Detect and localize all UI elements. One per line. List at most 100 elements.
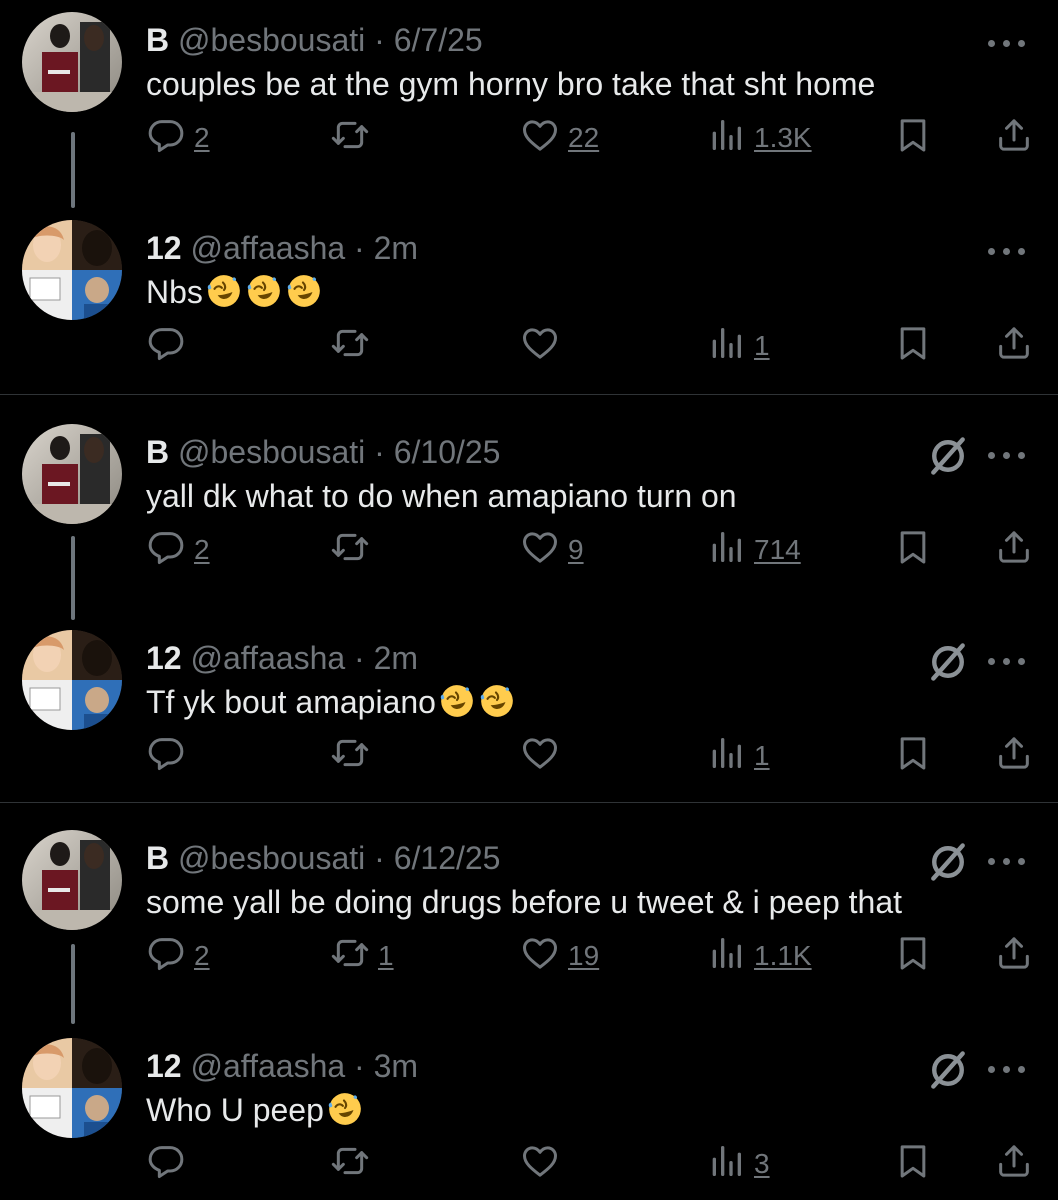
avatar[interactable]: [22, 220, 122, 320]
like-icon: [520, 933, 560, 980]
reply-button[interactable]: 2: [146, 528, 210, 572]
avatar[interactable]: [22, 830, 122, 930]
like-icon: [520, 527, 560, 574]
more-icon[interactable]: [988, 440, 1032, 470]
like-count: 19: [568, 940, 600, 971]
share-icon: [994, 115, 1034, 162]
share-icon: [994, 323, 1034, 370]
more-dot: [988, 1066, 995, 1073]
handle[interactable]: @besbousati: [178, 434, 365, 470]
timestamp[interactable]: 6/12/25: [394, 840, 501, 876]
separator-dot: ·: [345, 640, 374, 676]
display-name[interactable]: 12: [146, 1048, 182, 1084]
avatar[interactable]: [22, 630, 122, 730]
like-button[interactable]: 22: [520, 116, 599, 160]
grok-icon[interactable]: [926, 434, 970, 478]
views-count: 1: [754, 330, 770, 361]
bookmark-button[interactable]: [893, 324, 933, 368]
timestamp[interactable]: 6/10/25: [394, 434, 501, 470]
timestamp[interactable]: 2m: [374, 640, 418, 676]
more-icon[interactable]: [988, 646, 1032, 676]
views-count: 714: [754, 534, 801, 565]
grok-icon[interactable]: [926, 1048, 970, 1092]
handle[interactable]: @affaasha: [190, 1048, 345, 1084]
more-dot: [1003, 658, 1010, 665]
tweet[interactable]: 12 @affaasha · 2m Nbs 1: [0, 216, 1058, 416]
share-button[interactable]: [994, 934, 1034, 978]
more-icon[interactable]: [988, 28, 1032, 58]
views-button[interactable]: 3: [706, 1142, 770, 1186]
like-button[interactable]: [520, 734, 560, 778]
reply-button[interactable]: 2: [146, 934, 210, 978]
grok-icon[interactable]: [926, 640, 970, 684]
views-button[interactable]: 1: [706, 734, 770, 778]
views-button[interactable]: 1.3K: [706, 116, 812, 160]
more-dot: [1018, 658, 1025, 665]
timestamp[interactable]: 2m: [374, 230, 418, 266]
display-name[interactable]: 12: [146, 640, 182, 676]
separator-dot: ·: [365, 22, 394, 58]
tweet-text: Nbs: [146, 272, 323, 312]
reply-button[interactable]: [146, 1142, 186, 1186]
bookmark-button[interactable]: [893, 1142, 933, 1186]
retweet-button[interactable]: [330, 528, 370, 572]
bookmark-button[interactable]: [893, 116, 933, 160]
bookmark-button[interactable]: [893, 528, 933, 572]
display-name[interactable]: B: [146, 840, 169, 876]
avatar[interactable]: [22, 424, 122, 524]
retweet-icon: [330, 733, 370, 780]
tweet-text: couples be at the gym horny bro take tha…: [146, 64, 875, 104]
views-button[interactable]: 1: [706, 324, 770, 368]
tweet-text: Tf yk bout amapiano: [146, 682, 516, 722]
handle[interactable]: @besbousati: [178, 840, 365, 876]
reply-button[interactable]: [146, 734, 186, 778]
retweet-button[interactable]: 1: [330, 934, 394, 978]
timestamp[interactable]: 6/7/25: [394, 22, 483, 58]
bookmark-button[interactable]: [893, 734, 933, 778]
handle[interactable]: @affaasha: [190, 640, 345, 676]
retweet-button[interactable]: [330, 1142, 370, 1186]
more-icon[interactable]: [988, 236, 1032, 266]
rolling-on-floor-laughing-emoji: [285, 272, 323, 310]
share-button[interactable]: [994, 528, 1034, 572]
tweet[interactable]: 12 @affaasha · 2m Tf yk bout amapiano 1: [0, 626, 1058, 826]
more-icon[interactable]: [988, 846, 1032, 876]
handle[interactable]: @affaasha: [190, 230, 345, 266]
views-count: 3: [754, 1148, 770, 1179]
timestamp[interactable]: 3m: [374, 1048, 418, 1084]
like-button[interactable]: 19: [520, 934, 599, 978]
retweet-button[interactable]: [330, 734, 370, 778]
share-button[interactable]: [994, 1142, 1034, 1186]
like-button[interactable]: 9: [520, 528, 584, 572]
share-icon: [994, 1141, 1034, 1188]
reply-button[interactable]: [146, 324, 186, 368]
retweet-icon: [330, 527, 370, 574]
tweet[interactable]: B @besbousati · 6/12/25 some yall be doin…: [0, 826, 1058, 1026]
display-name[interactable]: 12: [146, 230, 182, 266]
share-button[interactable]: [994, 116, 1034, 160]
grok-icon[interactable]: [926, 840, 970, 884]
reply-count: 2: [194, 122, 210, 153]
views-button[interactable]: 1.1K: [706, 934, 812, 978]
avatar[interactable]: [22, 1038, 122, 1138]
retweet-button[interactable]: [330, 116, 370, 160]
tweet[interactable]: B @besbousati · 6/10/25 yall dk what to d…: [0, 420, 1058, 620]
more-dot: [1003, 452, 1010, 459]
display-name[interactable]: B: [146, 22, 169, 58]
views-button[interactable]: 714: [706, 528, 801, 572]
reply-button[interactable]: 2: [146, 116, 210, 160]
like-button[interactable]: [520, 1142, 560, 1186]
avatar[interactable]: [22, 12, 122, 112]
display-name[interactable]: B: [146, 434, 169, 470]
more-dot: [988, 40, 995, 47]
share-button[interactable]: [994, 734, 1034, 778]
more-icon[interactable]: [988, 1054, 1032, 1084]
bookmark-button[interactable]: [893, 934, 933, 978]
tweet[interactable]: B @besbousati · 6/7/25 couples be at the …: [0, 8, 1058, 208]
tweet[interactable]: 12 @affaasha · 3m Who U peep 3: [0, 1034, 1058, 1200]
share-button[interactable]: [994, 324, 1034, 368]
like-button[interactable]: [520, 324, 560, 368]
retweet-button[interactable]: [330, 324, 370, 368]
handle[interactable]: @besbousati: [178, 22, 365, 58]
